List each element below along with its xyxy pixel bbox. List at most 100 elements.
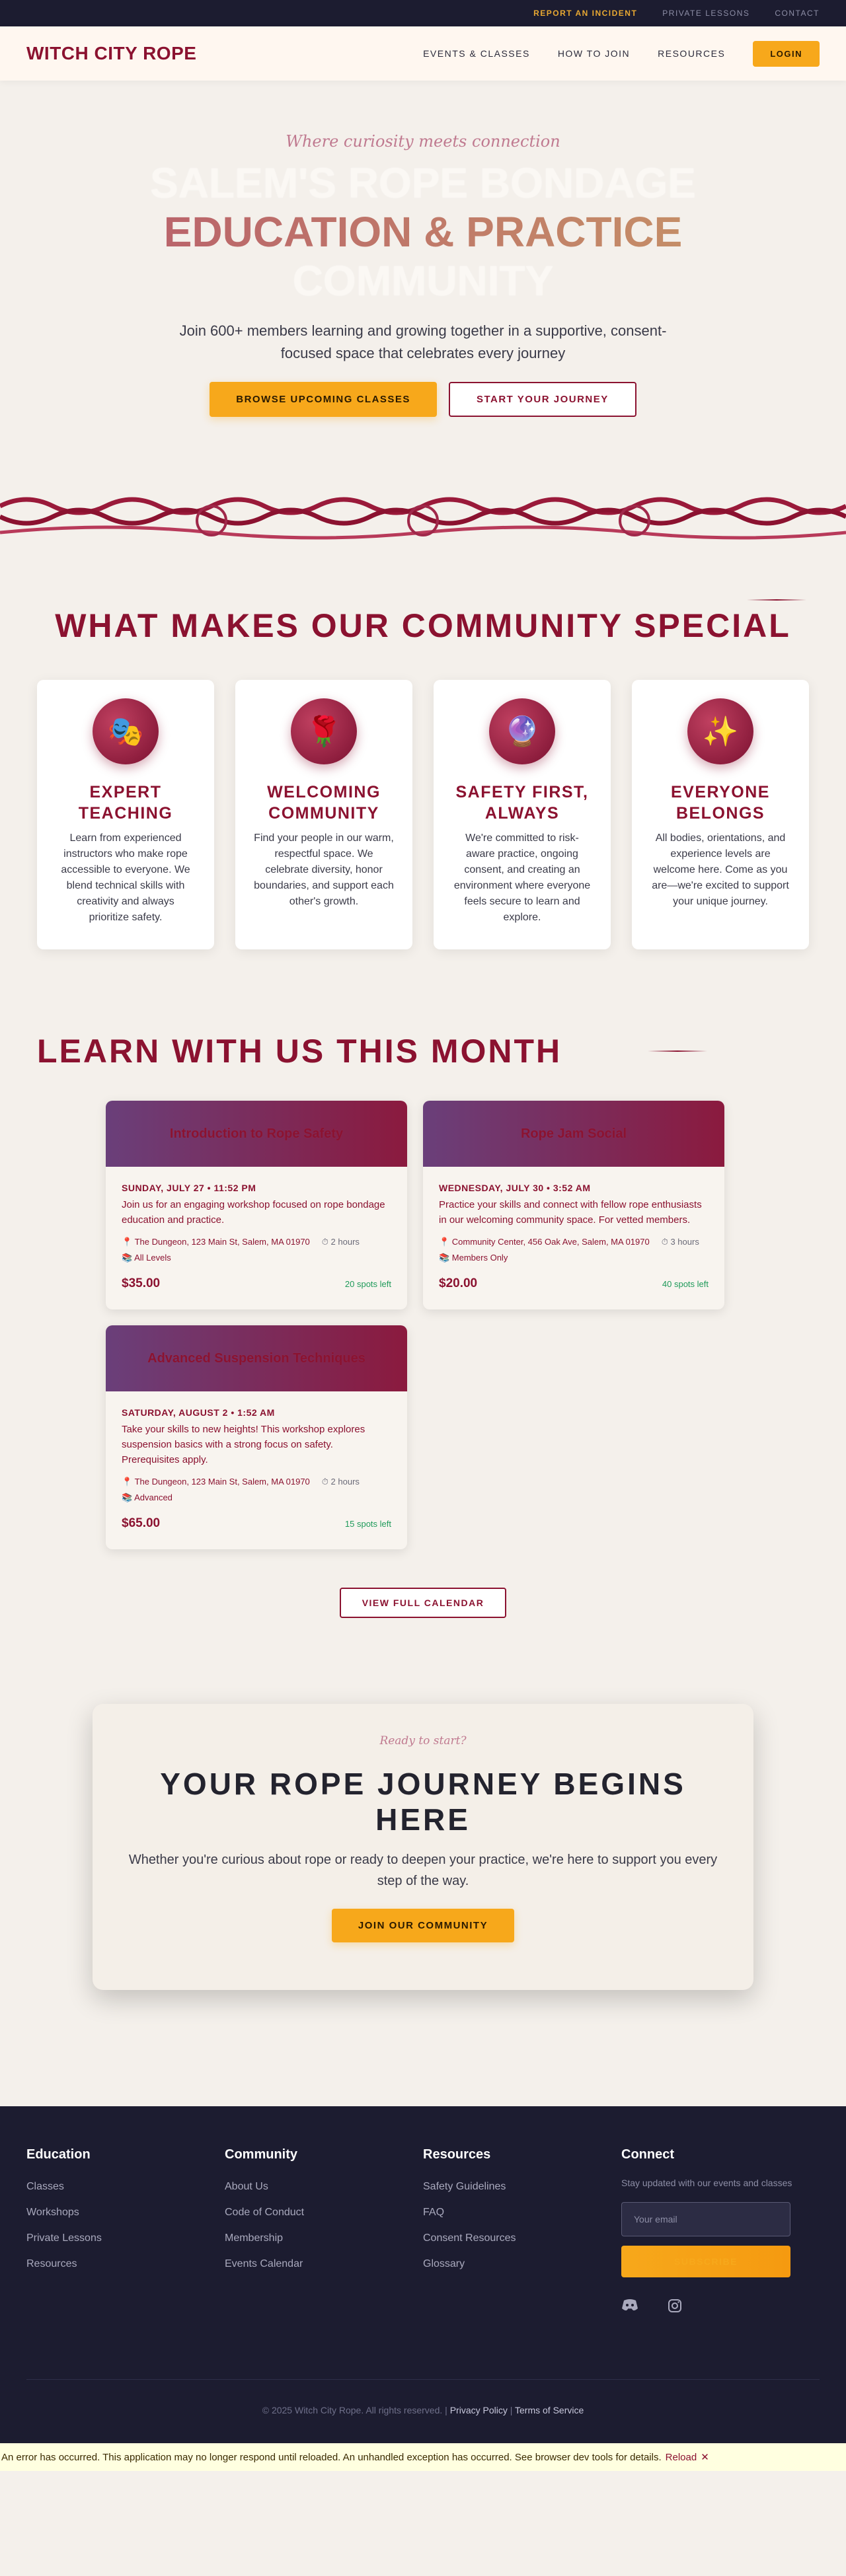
- footer-bottom: © 2025 Witch City Rope. All rights reser…: [26, 2379, 820, 2415]
- feature-title: EXPERT TEACHING: [78, 783, 173, 823]
- class-date: SATURDAY, AUGUST 2 • 1:52 AM: [122, 1407, 275, 1418]
- footer-link[interactable]: Events Calendar: [225, 2258, 423, 2270]
- class-price: $35.00: [122, 1276, 161, 1290]
- report-incident-link[interactable]: REPORT AN INCIDENT: [533, 9, 637, 18]
- terms-link[interactable]: Terms of Service: [515, 2405, 584, 2415]
- feature-cards: 🎭 EXPERT TEACHING Learn from experienced…: [37, 680, 809, 949]
- class-title[interactable]: Introduction to Rope Safety: [170, 1126, 343, 1142]
- site-footer: Education Classes Workshops Private Less…: [0, 2106, 846, 2443]
- class-meta: 📍 Community Center, 456 Oak Ave, Salem, …: [439, 1237, 709, 1263]
- footer-link[interactable]: Resources: [26, 2258, 225, 2270]
- join-community-button[interactable]: JOIN OUR COMMUNITY: [331, 1909, 515, 1942]
- footer-col-community: Community About Us Code of Conduct Membe…: [225, 2147, 423, 2317]
- class-duration: ⏱ 2 hours: [321, 1237, 360, 1247]
- feature-text: Find your people in our warm, respectful…: [254, 832, 394, 907]
- copyright: © 2025 Witch City Rope. All rights reser…: [262, 2405, 443, 2415]
- theater-masks-icon: 🎭: [93, 698, 159, 764]
- nav-how-to-join[interactable]: HOW TO JOIN: [558, 48, 630, 59]
- site-logo[interactable]: WITCH CITY ROPE: [26, 43, 196, 64]
- class-duration: ⏱ 3 hours: [661, 1237, 699, 1247]
- cta-eyebrow: Ready to start?: [379, 1734, 467, 1748]
- footer-link[interactable]: Workshops: [26, 2207, 225, 2219]
- class-meta: 📍 The Dungeon, 123 Main St, Salem, MA 01…: [122, 1477, 391, 1503]
- cta-text: Whether you're curious about rope or rea…: [128, 1853, 718, 1888]
- footer-link[interactable]: Private Lessons: [26, 2232, 225, 2244]
- class-level: 📚 All Levels: [122, 1253, 171, 1263]
- error-message: An error has occurred. This application …: [1, 2451, 662, 2463]
- main-nav: WITCH CITY ROPE EVENTS & CLASSES HOW TO …: [0, 26, 846, 81]
- subscribe-button[interactable]: SUBSCRIBE: [621, 2246, 790, 2277]
- class-date: WEDNESDAY, JULY 30 • 3:52 AM: [439, 1183, 591, 1193]
- nav-resources[interactable]: RESOURCES: [658, 48, 725, 59]
- rose-icon: 🌹: [291, 698, 357, 764]
- footer-link[interactable]: Glossary: [423, 2258, 621, 2270]
- footer-link[interactable]: Consent Resources: [423, 2232, 621, 2244]
- cta-section: Ready to start? YOUR ROPE JOURNEY BEGINS…: [0, 1618, 846, 2106]
- contact-link[interactable]: CONTACT: [775, 9, 820, 18]
- class-spots: 20 spots left: [344, 1278, 391, 1289]
- feature-title: WELCOMING COMMUNITY: [267, 783, 381, 823]
- nav-events-classes[interactable]: EVENTS & CLASSES: [423, 48, 530, 59]
- class-location: 📍 The Dungeon, 123 Main St, Salem, MA 01…: [122, 1477, 310, 1487]
- feature-text: Learn from experienced instructors who m…: [61, 832, 190, 923]
- class-card[interactable]: Advanced Suspension Techniques SATURDAY,…: [106, 1325, 407, 1549]
- class-spots: 40 spots left: [662, 1278, 709, 1289]
- class-location: 📍 Community Center, 456 Oak Ave, Salem, …: [439, 1237, 650, 1247]
- login-button[interactable]: LOGIN: [753, 40, 820, 67]
- decorative-line: [648, 1050, 707, 1052]
- cta-title: YOUR ROPE JOURNEY BEGINS HERE: [160, 1767, 686, 1837]
- hero-buttons: BROWSE UPCOMING CLASSES START YOUR JOURN…: [0, 382, 846, 417]
- footer-link[interactable]: FAQ: [423, 2207, 621, 2219]
- utility-bar: REPORT AN INCIDENT PRIVATE LESSONS CONTA…: [0, 0, 846, 26]
- instagram-icon[interactable]: [668, 2299, 682, 2317]
- newsletter-description: Stay updated with our events and classes: [621, 2178, 792, 2188]
- feature-card-welcoming: 🌹 WELCOMING COMMUNITY Find your people i…: [235, 680, 412, 949]
- footer-heading: Community: [225, 2147, 297, 2162]
- feature-text: We're committed to risk-aware practice, …: [453, 832, 591, 923]
- private-lessons-link[interactable]: PRIVATE LESSONS: [662, 9, 750, 18]
- privacy-link[interactable]: Privacy Policy: [450, 2405, 508, 2415]
- classes-section: LEARN WITH US THIS MONTH Introduction to…: [0, 949, 846, 1618]
- class-card[interactable]: Introduction to Rope Safety SUNDAY, JULY…: [106, 1101, 407, 1309]
- feature-card-safety: 🔮 SAFETY FIRST, ALWAYS We're committed t…: [434, 680, 611, 949]
- hero-heading-line-2: EDUCATION & PRACTICE: [0, 207, 846, 256]
- view-calendar-button[interactable]: VIEW FULL CALENDAR: [339, 1588, 507, 1618]
- class-price: $20.00: [439, 1276, 478, 1290]
- footer-link[interactable]: Safety Guidelines: [423, 2181, 621, 2193]
- footer-link[interactable]: Classes: [26, 2181, 225, 2193]
- reload-link[interactable]: Reload: [666, 2452, 697, 2463]
- feature-card-teaching: 🎭 EXPERT TEACHING Learn from experienced…: [37, 680, 214, 949]
- feature-card-belongs: ✨ EVERYONE BELONGS All bodies, orientati…: [632, 680, 809, 949]
- hero-section: Where curiosity meets connection SALEM'S…: [0, 81, 846, 540]
- special-title: WHAT MAKES OUR COMMUNITY SPECIAL: [55, 607, 791, 644]
- hero-tagline: Where curiosity meets connection: [286, 132, 560, 151]
- footer-link[interactable]: About Us: [225, 2181, 423, 2193]
- footer-link[interactable]: Membership: [225, 2232, 423, 2244]
- class-duration: ⏱ 2 hours: [321, 1477, 360, 1487]
- class-date: SUNDAY, JULY 27 • 11:52 PM: [122, 1183, 256, 1193]
- start-journey-button[interactable]: START YOUR JOURNEY: [448, 382, 636, 417]
- cta-card: Ready to start? YOUR ROPE JOURNEY BEGINS…: [93, 1704, 753, 1990]
- footer-heading: Connect: [621, 2147, 674, 2162]
- nav-links: EVENTS & CLASSES HOW TO JOIN RESOURCES L…: [423, 40, 820, 67]
- class-description: Practice your skills and connect with fe…: [439, 1199, 702, 1226]
- class-title[interactable]: Advanced Suspension Techniques: [147, 1351, 365, 1366]
- footer-link[interactable]: Code of Conduct: [225, 2207, 423, 2219]
- class-spots: 15 spots left: [344, 1518, 391, 1529]
- class-level: 📚 Members Only: [439, 1253, 508, 1263]
- close-icon[interactable]: ✕: [701, 2451, 709, 2463]
- feature-title: SAFETY FIRST, ALWAYS: [455, 783, 589, 823]
- class-card[interactable]: Rope Jam Social WEDNESDAY, JULY 30 • 3:5…: [423, 1101, 724, 1309]
- class-card-header: Introduction to Rope Safety: [106, 1101, 407, 1167]
- class-title[interactable]: Rope Jam Social: [521, 1126, 627, 1142]
- hero-heading: SALEM'S ROPE BONDAGE EDUCATION & PRACTIC…: [0, 159, 846, 305]
- social-links: [621, 2299, 820, 2317]
- email-input[interactable]: Your email: [621, 2202, 790, 2236]
- class-level: 📚 Advanced: [122, 1492, 173, 1502]
- hero-heading-line-3: COMMUNITY: [292, 257, 554, 305]
- discord-icon[interactable]: [621, 2299, 638, 2317]
- footer-col-resources: Resources Safety Guidelines FAQ Consent …: [423, 2147, 621, 2317]
- class-description: Join us for an engaging workshop focused…: [122, 1199, 385, 1226]
- rope-divider: [0, 497, 846, 540]
- browse-classes-button[interactable]: BROWSE UPCOMING CLASSES: [210, 382, 437, 417]
